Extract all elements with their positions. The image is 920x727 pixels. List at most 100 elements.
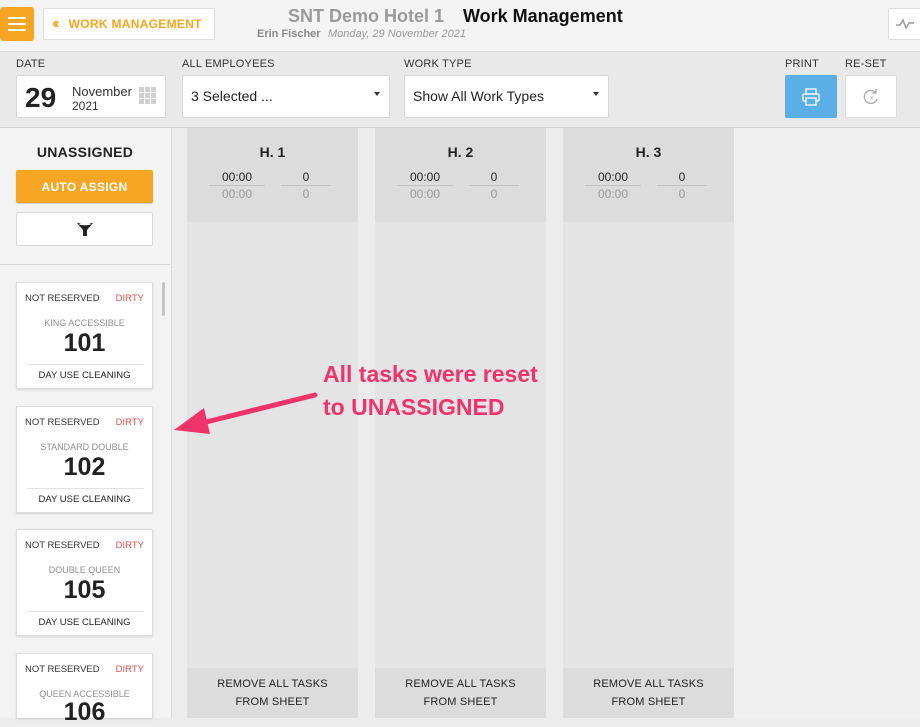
empty-board-area xyxy=(734,128,920,718)
reset-label: RE-SET xyxy=(845,58,887,70)
back-button[interactable]: ‹‹ WORK MANAGEMENT xyxy=(43,8,215,40)
task-type: DAY USE CLEANING xyxy=(38,370,131,381)
room-number: 106 xyxy=(63,698,106,726)
count-done: 0 xyxy=(490,187,498,201)
task-card[interactable]: NOT RESERVED DIRTY KING ACCESSIBLE 101 D… xyxy=(16,282,153,389)
task-type: DAY USE CLEANING xyxy=(38,617,131,628)
annotation-line1: All tasks were reset xyxy=(323,361,538,387)
divider xyxy=(657,185,707,186)
worktype-label: WORK TYPE xyxy=(404,58,472,70)
column-header: H. 3 00:00 00:00 0 0 xyxy=(563,128,734,222)
room-status: DIRTY xyxy=(115,540,144,551)
room-number: 105 xyxy=(63,576,106,604)
printer-icon xyxy=(802,87,820,106)
worktype-select[interactable]: Show All Work Types xyxy=(404,75,609,118)
remove-label-line1: REMOVE ALL TASKS xyxy=(217,678,328,690)
date-year: 2021 xyxy=(72,99,99,113)
activity-button[interactable] xyxy=(888,8,920,40)
time-done: 00:00 xyxy=(221,187,253,201)
annotation-text: All tasks were reset to UNASSIGNED xyxy=(323,358,538,424)
print-button[interactable] xyxy=(785,75,837,118)
room-status: DIRTY xyxy=(115,417,144,428)
hotel-name: SNT Demo Hotel 1 xyxy=(288,6,445,26)
remove-label-line2: FROM SHEET xyxy=(611,696,686,708)
time-done: 00:00 xyxy=(597,187,629,201)
menu-icon[interactable] xyxy=(0,7,34,41)
unassigned-panel: UNASSIGNED AUTO ASSIGN NOT RESERVED DIRT… xyxy=(0,128,172,726)
annotation-line2: to UNASSIGNED xyxy=(323,394,505,420)
housekeeper-name: H. 2 xyxy=(447,144,474,160)
card-divider xyxy=(27,488,144,489)
room-type: KING ACCESSIBLE xyxy=(44,318,125,328)
task-card[interactable]: NOT RESERVED DIRTY STANDARD DOUBLE 102 D… xyxy=(16,406,153,513)
room-status: DIRTY xyxy=(115,664,144,675)
room-type: STANDARD DOUBLE xyxy=(40,442,129,452)
back-button-label: WORK MANAGEMENT xyxy=(68,17,202,31)
room-number: 102 xyxy=(63,453,106,481)
employees-label: ALL EMPLOYEES xyxy=(182,58,275,70)
scrollbar-thumb[interactable] xyxy=(162,282,165,316)
filter-funnel-icon xyxy=(76,222,93,236)
employees-value: 3 Selected ... xyxy=(191,88,273,104)
reservation-status: NOT RESERVED xyxy=(25,417,100,428)
divider xyxy=(397,185,453,186)
worktype-value: Show All Work Types xyxy=(413,88,544,104)
remove-all-tasks-button[interactable]: REMOVE ALL TASKS FROM SHEET xyxy=(563,668,734,718)
caret-down-icon xyxy=(593,92,599,96)
user-name: Erin Fischer xyxy=(257,28,321,40)
time-assigned: 00:00 xyxy=(597,170,629,184)
activity-icon xyxy=(896,18,914,30)
reset-icon: × xyxy=(863,88,878,104)
reservation-status: NOT RESERVED xyxy=(25,540,100,551)
divider xyxy=(281,185,331,186)
top-bar: ‹‹ WORK MANAGEMENT SNT Demo Hotel 1 Work… xyxy=(0,0,920,52)
header-date: Monday, 29 November 2021 xyxy=(328,28,466,40)
housekeeper-column[interactable]: H. 3 00:00 00:00 0 0 REMOVE ALL TASKS FR… xyxy=(563,128,734,718)
remove-label-line1: REMOVE ALL TASKS xyxy=(593,678,704,690)
count-assigned: 0 xyxy=(678,170,686,184)
remove-all-tasks-button[interactable]: REMOVE ALL TASKS FROM SHEET xyxy=(187,668,358,718)
calendar-grid-icon xyxy=(139,87,156,104)
date-day: 29 xyxy=(25,82,57,113)
unassigned-title: UNASSIGNED xyxy=(36,144,134,160)
remove-all-tasks-button[interactable]: REMOVE ALL TASKS FROM SHEET xyxy=(375,668,546,718)
page-title: Work Management xyxy=(463,6,623,26)
date-picker[interactable]: 29 November 2021 xyxy=(16,75,166,118)
auto-assign-button[interactable]: AUTO ASSIGN xyxy=(16,170,153,203)
employees-select[interactable]: 3 Selected ... xyxy=(182,75,390,118)
date-month: November xyxy=(72,84,132,99)
filter-button[interactable] xyxy=(16,212,153,246)
count-done: 0 xyxy=(302,187,310,201)
room-type: DOUBLE QUEEN xyxy=(48,565,121,575)
divider xyxy=(209,185,265,186)
card-divider xyxy=(27,611,144,612)
task-type: DAY USE CLEANING xyxy=(38,494,131,505)
task-card[interactable]: NOT RESERVED DIRTY QUEEN ACCESSIBLE 106 xyxy=(16,653,153,726)
time-done: 00:00 xyxy=(409,187,441,201)
count-assigned: 0 xyxy=(302,170,310,184)
date-label: DATE xyxy=(16,58,46,70)
remove-label-line2: FROM SHEET xyxy=(423,696,498,708)
svg-text:×: × xyxy=(869,95,874,102)
task-card[interactable]: NOT RESERVED DIRTY DOUBLE QUEEN 105 DAY … xyxy=(16,529,153,636)
count-done: 0 xyxy=(678,187,686,201)
column-header: H. 2 00:00 00:00 0 0 xyxy=(375,128,546,222)
print-label: PRINT xyxy=(785,58,819,70)
reservation-status: NOT RESERVED xyxy=(25,664,100,675)
reservation-status: NOT RESERVED xyxy=(25,293,100,304)
count-assigned: 0 xyxy=(490,170,498,184)
reset-button[interactable]: × xyxy=(845,75,897,118)
column-header: H. 1 00:00 00:00 0 0 xyxy=(187,128,358,222)
double-chevron-left-icon: ‹‹ xyxy=(52,15,59,32)
time-assigned: 00:00 xyxy=(221,170,253,184)
divider xyxy=(585,185,641,186)
housekeeper-name: H. 1 xyxy=(259,144,286,160)
time-assigned: 00:00 xyxy=(409,170,441,184)
annotation-arrow-icon xyxy=(174,392,318,434)
panel-divider xyxy=(0,264,170,265)
divider xyxy=(469,185,519,186)
room-number: 101 xyxy=(63,329,106,357)
remove-label-line1: REMOVE ALL TASKS xyxy=(405,678,516,690)
caret-down-icon xyxy=(374,92,380,96)
housekeeper-name: H. 3 xyxy=(635,144,662,160)
